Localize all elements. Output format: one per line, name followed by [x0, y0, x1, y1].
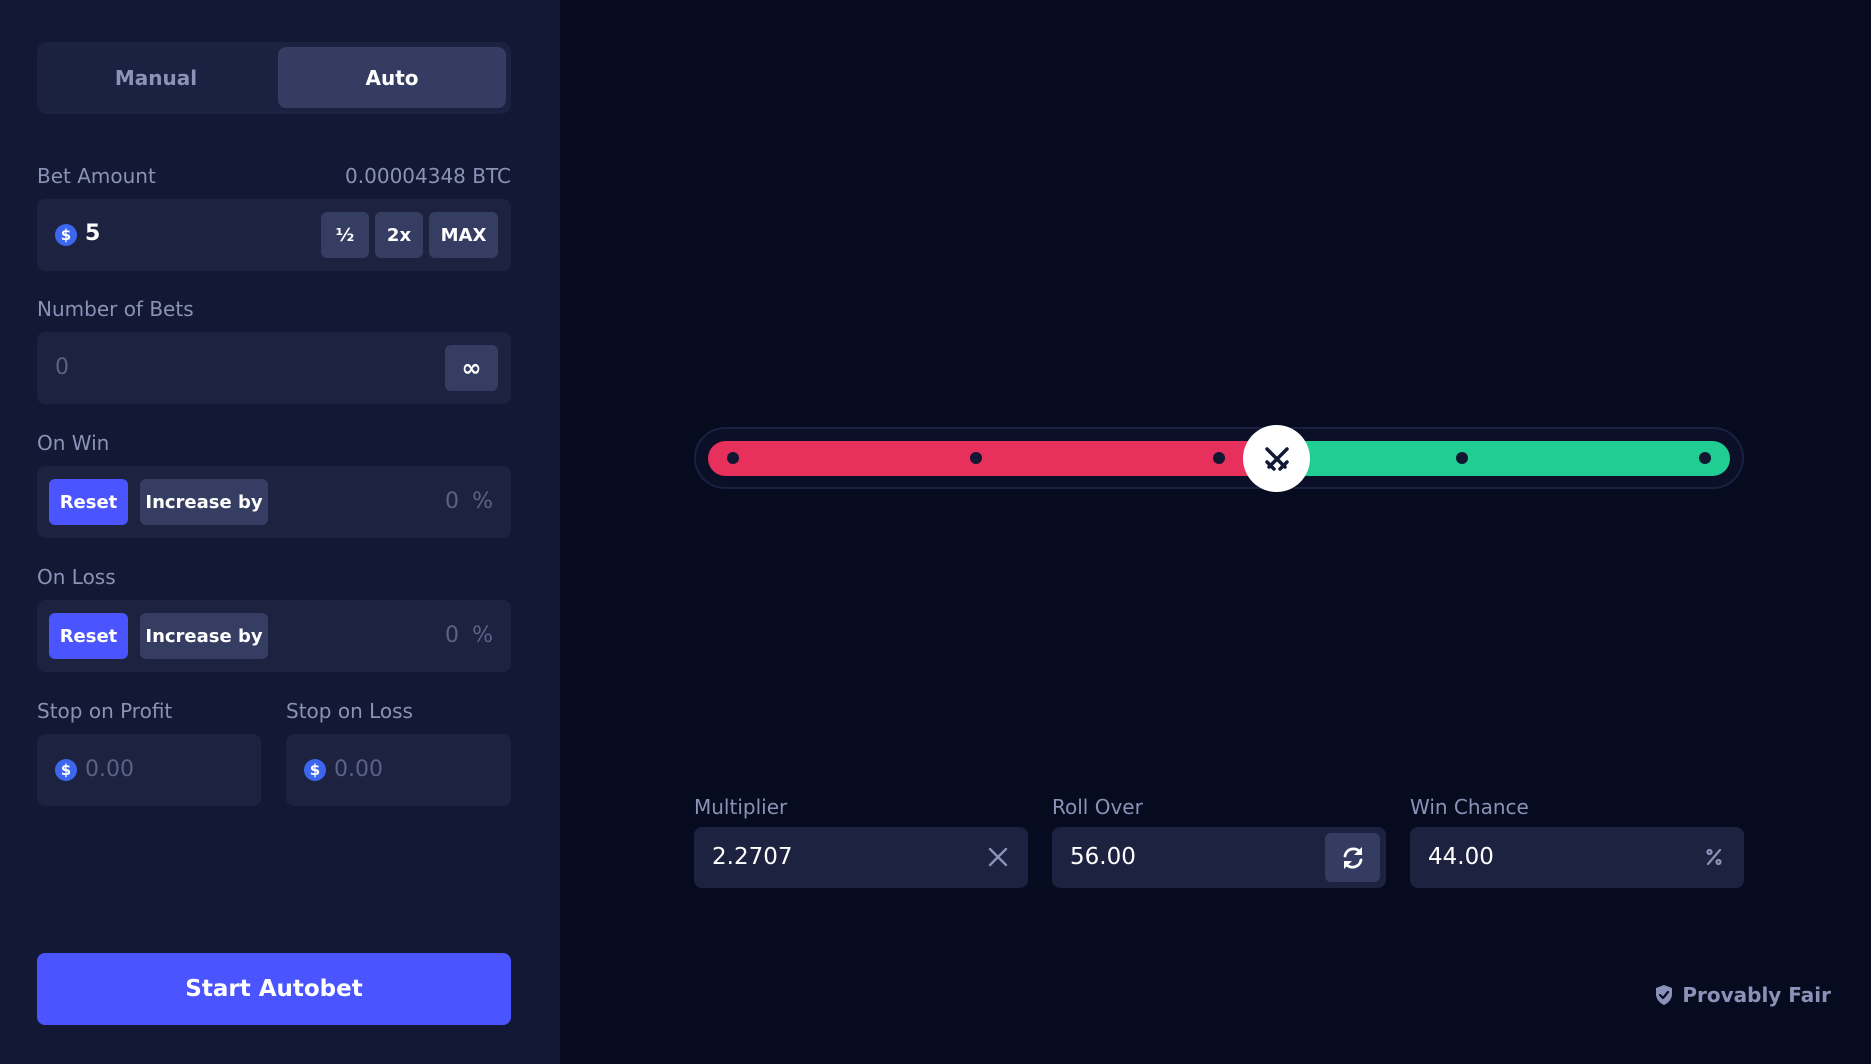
slider-tick-25 [970, 452, 982, 464]
stop-on-profit-label: Stop on Profit [37, 699, 173, 723]
roll-over-input[interactable]: 56.00 [1070, 844, 1136, 870]
multiplier-label: Multiplier [694, 795, 788, 819]
double-bet-button[interactable]: 2x [375, 212, 423, 258]
mode-tabs: Manual Auto [37, 42, 511, 114]
win-chance-field[interactable]: 44.00 [1410, 827, 1744, 888]
slider-tick-0 [727, 452, 739, 464]
stop-on-profit-field[interactable]: $ 0.00 [37, 734, 261, 806]
infinity-button[interactable]: ∞ [445, 345, 498, 391]
tab-manual[interactable]: Manual [42, 47, 270, 108]
on-loss-value-input[interactable]: 0 [445, 623, 459, 648]
on-win-field: Reset Increase by 0 % [37, 466, 511, 538]
bet-amount-input[interactable]: 5 [85, 221, 100, 246]
slider-tick-50 [1213, 452, 1225, 464]
win-segment [1276, 441, 1730, 476]
multiplier-input[interactable]: 2.2707 [712, 844, 792, 870]
on-loss-reset-button[interactable]: Reset [49, 613, 128, 659]
stop-on-loss-input[interactable]: 0.00 [334, 757, 383, 782]
dollar-coin-icon: $ [304, 759, 326, 781]
dollar-coin-icon: $ [55, 224, 77, 246]
start-autobet-button[interactable]: Start Autobet [37, 953, 511, 1025]
percent-icon: % [472, 623, 493, 648]
max-bet-button[interactable]: MAX [429, 212, 498, 258]
provably-fair-link[interactable]: Provably Fair [1654, 983, 1831, 1007]
close-icon [984, 843, 1012, 871]
dollar-coin-icon: $ [55, 759, 77, 781]
crossed-swords-icon [1264, 446, 1289, 471]
refresh-icon [1343, 846, 1362, 869]
stop-on-loss-label: Stop on Loss [286, 699, 413, 723]
on-win-label: On Win [37, 431, 110, 455]
slider-tick-100 [1699, 452, 1711, 464]
provably-fair-label: Provably Fair [1682, 983, 1831, 1007]
slider-handle[interactable] [1243, 425, 1310, 492]
slider-tick-75 [1456, 452, 1468, 464]
shield-check-icon [1656, 985, 1673, 1005]
on-win-reset-button[interactable]: Reset [49, 479, 128, 525]
win-chance-input[interactable]: 44.00 [1428, 844, 1494, 870]
number-of-bets-input[interactable]: 0 [55, 355, 69, 380]
bet-amount-field[interactable]: $ 5 ½ 2x MAX [37, 199, 511, 271]
number-of-bets-field[interactable]: 0 ∞ [37, 332, 511, 404]
stop-on-profit-input[interactable]: 0.00 [85, 757, 134, 782]
percent-icon [1700, 843, 1728, 871]
half-bet-button[interactable]: ½ [321, 212, 369, 258]
multiplier-field[interactable]: 2.2707 [694, 827, 1028, 888]
tab-auto[interactable]: Auto [278, 47, 506, 108]
roll-over-label: Roll Over [1052, 795, 1143, 819]
dice-game-app: Manual Auto Bet Amount 0.00004348 BTC $ … [0, 0, 1871, 1064]
number-of-bets-label: Number of Bets [37, 297, 194, 321]
stop-on-loss-field[interactable]: $ 0.00 [286, 734, 511, 806]
win-chance-label: Win Chance [1410, 795, 1529, 819]
roll-over-field[interactable]: 56.00 [1052, 827, 1386, 888]
on-win-value-input[interactable]: 0 [445, 489, 459, 514]
bet-amount-label: Bet Amount [37, 164, 156, 188]
bet-amount-btc: 0.00004348 BTC [345, 164, 511, 188]
swap-button[interactable] [1325, 833, 1380, 882]
percent-icon: % [472, 489, 493, 514]
lose-segment [708, 441, 1286, 476]
on-loss-increase-button[interactable]: Increase by [140, 613, 268, 659]
bet-sidebar: Manual Auto Bet Amount 0.00004348 BTC $ … [0, 0, 560, 1064]
on-loss-label: On Loss [37, 565, 116, 589]
on-loss-field: Reset Increase by 0 % [37, 600, 511, 672]
on-win-increase-button[interactable]: Increase by [140, 479, 268, 525]
